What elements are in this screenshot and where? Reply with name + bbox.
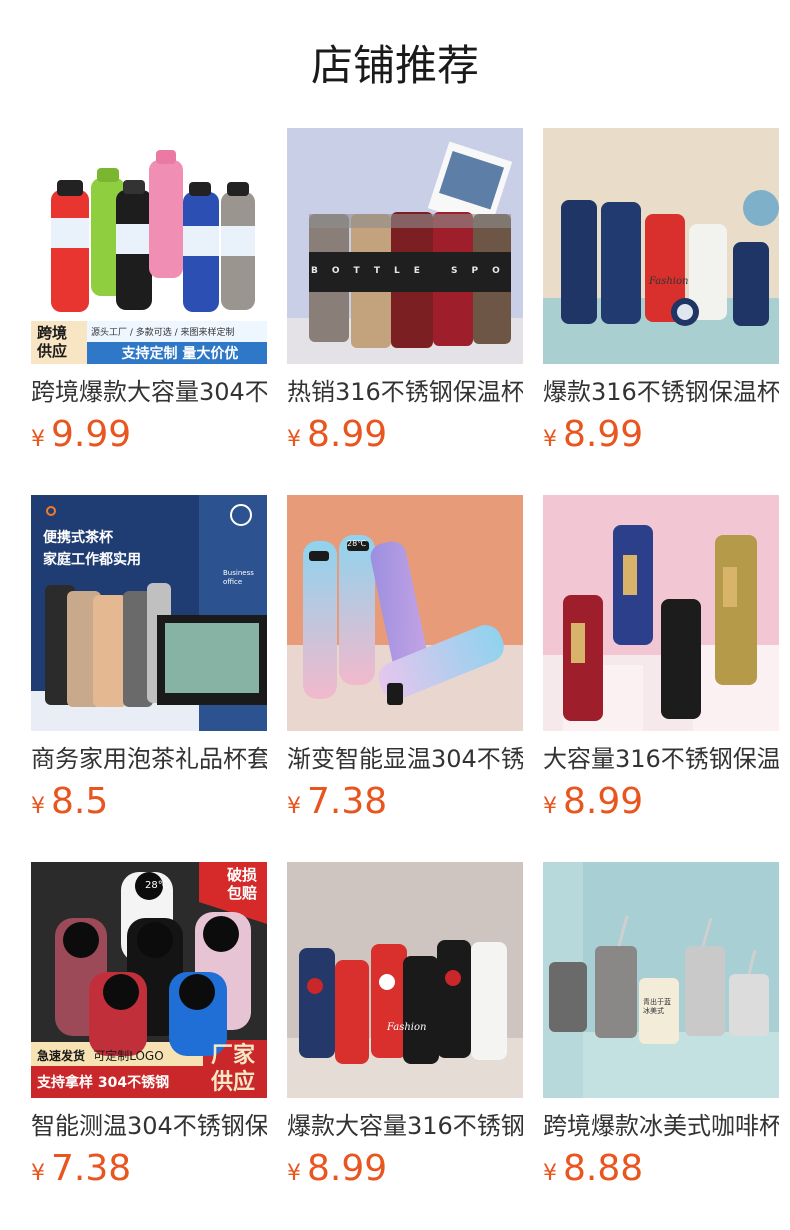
product-image[interactable]: 28℃ [287,495,523,731]
badge-factory: 厂家 供应 [211,1043,256,1095]
product-price: ¥8.99 [543,414,643,458]
product-name[interactable]: 爆款大容量316不锈钢保温杯 [287,1110,523,1142]
product-card[interactable]: Fashion 爆款大容量316不锈钢保温杯 ¥8.99 [287,862,523,1192]
currency-symbol: ¥ [543,427,557,452]
product-name[interactable]: 热销316不锈钢保温杯大容量 [287,376,523,408]
product-price: ¥8.99 [543,781,643,825]
page-title: 店铺推荐 [310,41,479,90]
price-value: 8.5 [51,781,109,822]
product-image[interactable]: BOTTLE SPORT [287,128,523,364]
product-name[interactable]: 跨境爆款冰美式咖啡杯 [543,1110,779,1142]
script-label: Fashion [649,276,689,287]
promo-line-1: 便携式茶杯 [43,530,113,546]
currency-symbol: ¥ [543,1161,557,1186]
tag-bottom: 支持定制 量大价优 [121,346,239,362]
price-value: 7.38 [307,781,388,822]
product-card[interactable]: 破损 包赔 28℃ 急速发货 可定制LOGO 支持拿样 304不锈钢 厂家 供应… [31,862,267,1192]
product-image[interactable] [543,495,779,731]
product-price: ¥7.38 [287,781,387,825]
product-price: ¥8.99 [287,414,387,458]
product-name[interactable]: 渐变智能显温304不锈钢保温杯 [287,743,523,775]
currency-symbol: ¥ [31,427,45,452]
script-label: Fashion [387,1022,427,1033]
product-name[interactable]: 智能测温304不锈钢保温杯 [31,1110,267,1142]
product-name[interactable]: 大容量316不锈钢保温杯 [543,743,779,775]
tag-top: 源头工厂 / 多款可选 / 来图来样定制 [91,328,235,338]
currency-symbol: ¥ [287,1161,301,1186]
product-card[interactable]: 青出于蓝 冰美式 跨境爆款冰美式咖啡杯 ¥8.88 [543,862,779,1192]
price-value: 8.99 [307,1148,388,1189]
product-card[interactable]: BOTTLE SPORT 热销316不锈钢保温杯大容量 ¥8.99 [287,128,523,458]
price-value: 8.99 [563,781,644,822]
tag-left: 跨境 供应 [37,324,68,360]
badge-fast-ship: 急速发货 可定制LOGO [37,1049,164,1063]
product-card[interactable]: 跨境 供应 源头工厂 / 多款可选 / 来图来样定制 支持定制 量大价优 跨境爆… [31,128,267,458]
product-card[interactable]: 28℃ 渐变智能显温304不锈钢保温杯 ¥7.38 [287,495,523,825]
product-name[interactable]: 跨境爆款大容量304不锈钢户外运动水壶 [31,376,267,408]
product-name[interactable]: 爆款316不锈钢保温杯大容量 [543,376,779,408]
price-value: 8.99 [563,414,644,455]
product-card[interactable]: 便携式茶杯 家庭工作都实用 Business office 商务家用泡茶礼品杯套… [31,495,267,825]
price-value: 8.99 [307,414,388,455]
product-price: ¥8.5 [31,781,108,825]
product-image[interactable]: 青出于蓝 冰美式 [543,862,779,1098]
corner-badge: 破损 包赔 [227,866,258,902]
currency-symbol: ¥ [287,427,301,452]
currency-symbol: ¥ [31,1161,45,1186]
product-image[interactable]: Fashion [543,128,779,364]
band-label: BOTTLE SPORT [311,266,509,276]
product-image[interactable]: 跨境 供应 源头工厂 / 多款可选 / 来图来样定制 支持定制 量大价优 [31,128,267,364]
price-value: 8.88 [563,1148,644,1189]
product-image[interactable]: 破损 包赔 28℃ 急速发货 可定制LOGO 支持拿样 304不锈钢 厂家 供应 [31,862,267,1098]
currency-symbol: ¥ [31,794,45,819]
product-price: ¥8.88 [543,1148,643,1192]
product-image[interactable]: 便携式茶杯 家庭工作都实用 Business office [31,495,267,731]
temp-display: 28℃ [347,539,367,548]
price-value: 7.38 [51,1148,132,1189]
currency-symbol: ¥ [287,794,301,819]
product-card[interactable]: Fashion 爆款316不锈钢保温杯大容量 ¥8.99 [543,128,779,458]
price-value: 9.99 [51,414,132,455]
badge-sample: 支持拿样 304不锈钢 [37,1075,170,1091]
cup-label: 青出于蓝 冰美式 [643,998,671,1015]
product-card[interactable]: 大容量316不锈钢保温杯 ¥8.99 [543,495,779,825]
product-image[interactable]: Fashion [287,862,523,1098]
product-name[interactable]: 商务家用泡茶礼品杯套装 [31,743,267,775]
product-price: ¥8.99 [287,1148,387,1192]
promo-small: Business office [223,569,254,586]
temp-display: 28℃ [145,880,169,891]
currency-symbol: ¥ [543,794,557,819]
product-price: ¥7.38 [31,1148,131,1192]
product-price: ¥9.99 [31,414,131,458]
promo-line-2: 家庭工作都实用 [43,552,141,568]
